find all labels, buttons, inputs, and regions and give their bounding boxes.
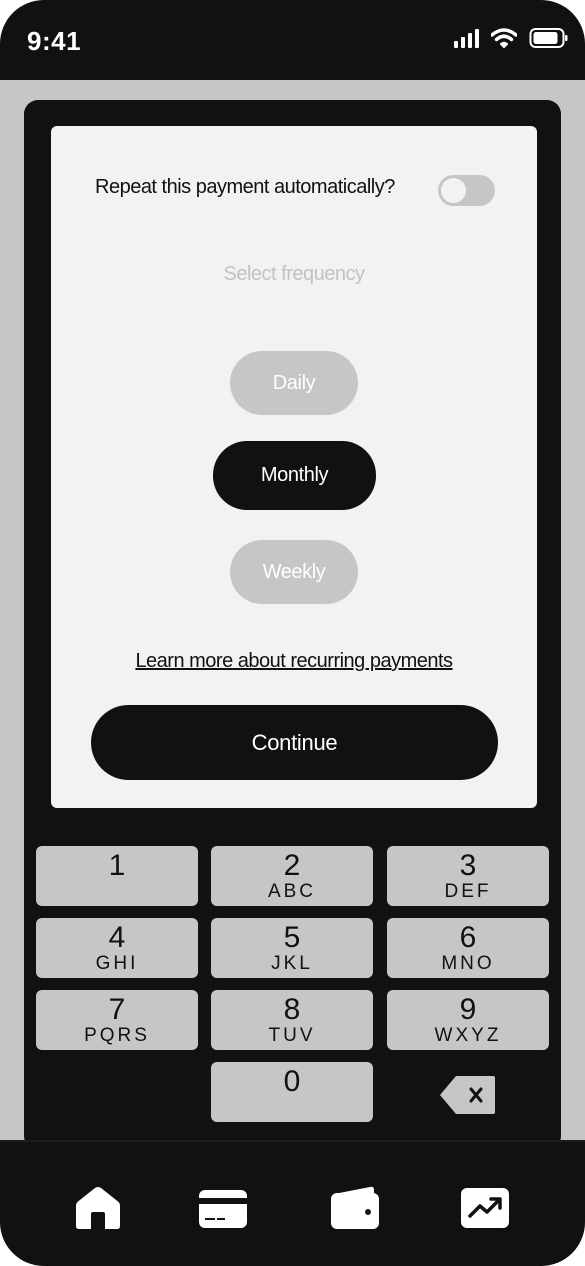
home-icon[interactable] xyxy=(73,1186,123,1230)
continue-button[interactable]: Continue xyxy=(91,705,498,780)
toggle-knob xyxy=(441,178,466,203)
key-letters: MNO xyxy=(441,953,495,974)
battery-icon xyxy=(529,28,568,48)
keypad-key-1[interactable]: 1 xyxy=(36,846,198,906)
key-digit: 9 xyxy=(459,993,477,1026)
keypad-key-4[interactable]: 4 GHI xyxy=(36,918,198,978)
key-letters: WXYZ xyxy=(434,1025,502,1046)
key-digit: 5 xyxy=(283,921,301,954)
key-letters: DEF xyxy=(444,881,492,902)
wifi-icon xyxy=(491,28,517,48)
key-letters: GHI xyxy=(95,953,139,974)
repeat-payment-toggle[interactable] xyxy=(438,175,495,206)
frequency-daily-button[interactable]: Daily xyxy=(230,351,358,415)
key-letters: PQRS xyxy=(84,1025,150,1046)
key-digit: 3 xyxy=(459,849,477,882)
signal-icon xyxy=(454,28,479,48)
learn-more-link[interactable]: Learn more about recurring payments xyxy=(51,650,537,673)
backspace-icon[interactable] xyxy=(438,1075,496,1115)
keypad-key-6[interactable]: 6 MNO xyxy=(387,918,549,978)
key-digit: 2 xyxy=(283,849,301,882)
key-digit: 7 xyxy=(108,993,126,1026)
keypad-key-0[interactable]: 0 xyxy=(211,1062,373,1122)
keypad-key-7[interactable]: 7 PQRS xyxy=(36,990,198,1050)
recurring-payment-card: Repeat this payment automatically? Selec… xyxy=(51,126,537,808)
frequency-monthly-button[interactable]: Monthly xyxy=(213,441,376,510)
phone-screen: 9:41 Repeat this payment automatically? … xyxy=(0,0,585,1266)
chart-trend-icon[interactable] xyxy=(460,1186,510,1230)
select-frequency-label: Select frequency xyxy=(223,263,365,285)
key-digit: 4 xyxy=(108,921,126,954)
key-digit: 0 xyxy=(283,1065,301,1098)
keypad-key-5[interactable]: 5 JKL xyxy=(211,918,373,978)
status-bar: 9:41 xyxy=(0,0,585,80)
keypad-key-8[interactable]: 8 TUV xyxy=(211,990,373,1050)
key-letters: TUV xyxy=(268,1025,316,1046)
repeat-payment-label: Repeat this payment automatically? xyxy=(95,176,395,198)
bottom-navigation xyxy=(0,1140,585,1266)
status-icons xyxy=(454,27,569,49)
key-digit: 6 xyxy=(459,921,477,954)
keypad-key-9[interactable]: 9 WXYZ xyxy=(387,990,549,1050)
frequency-weekly-button[interactable]: Weekly xyxy=(230,540,358,604)
key-letters: ABC xyxy=(267,881,317,902)
keypad-key-2[interactable]: 2 ABC xyxy=(211,846,373,906)
key-letters: JKL xyxy=(271,953,313,974)
wallet-icon[interactable] xyxy=(330,1186,380,1230)
status-time: 9:41 xyxy=(27,26,82,56)
key-digit: 1 xyxy=(108,849,126,882)
key-digit: 8 xyxy=(283,993,301,1026)
card-icon[interactable] xyxy=(198,1186,248,1230)
keypad-key-3[interactable]: 3 DEF xyxy=(387,846,549,906)
